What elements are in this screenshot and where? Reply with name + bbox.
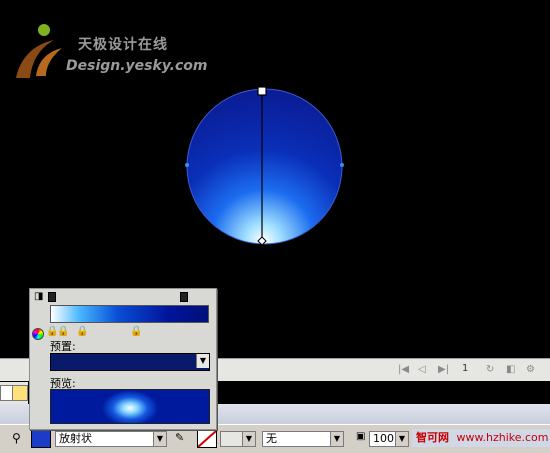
lock-icon[interactable]: 🔒 [57, 326, 69, 337]
gradient-circle[interactable] [185, 87, 344, 246]
stroke-style-value: 无 [266, 432, 277, 445]
stroke-style-select[interactable]: 无 ▼ [262, 431, 344, 447]
step-back-icon[interactable]: ◁ [418, 364, 426, 375]
footer-brand: 智可网 [416, 431, 449, 444]
settings-icon[interactable]: ⚙ [526, 364, 535, 375]
onion-skin-icon[interactable]: ◧ [506, 364, 515, 375]
gradient-ramp[interactable] [50, 305, 209, 323]
gradient-stop-left-icon[interactable] [48, 292, 56, 302]
width-handle-icon[interactable] [340, 163, 344, 167]
preset-select[interactable]: ▼ [50, 353, 210, 371]
paint-bucket-icon[interactable]: ⚲ [12, 431, 21, 445]
loop-icon[interactable]: ↻ [486, 364, 494, 375]
rewind-icon[interactable]: |◀ [398, 364, 409, 375]
stroke-color-swatch[interactable] [197, 430, 217, 448]
lock-icon[interactable]: 🔒 [76, 326, 88, 337]
frame-number: 1 [462, 363, 469, 374]
fill-color-swatch[interactable] [31, 430, 51, 448]
color-mixer-panel: ◨ 🔒 🔒 🔒 🔒 预置: ▼ 预览: [29, 288, 217, 430]
lock-icon[interactable]: 🔒 [130, 326, 142, 337]
panel-menu-icon[interactable]: ◨ [34, 291, 43, 302]
step-forward-icon[interactable]: ▶| [438, 364, 449, 375]
logo-swoosh-icon [16, 24, 62, 78]
tool-strip [0, 382, 28, 404]
chevron-down-icon[interactable]: ▼ [196, 354, 209, 368]
fill-type-select[interactable]: 放射状 ▼ [55, 431, 167, 447]
pencil-icon[interactable]: ✎ [175, 431, 184, 444]
stroke-width-field[interactable]: ▼ [220, 431, 256, 447]
rotation-handle-icon[interactable] [257, 87, 267, 96]
preset-label: 预置: [50, 340, 76, 353]
watermark-title: 天极设计在线 [78, 37, 168, 53]
footer-url: www.hzhike.com [456, 431, 549, 444]
gradient-preview [50, 389, 210, 424]
zoom-icon[interactable]: ▣ [356, 431, 365, 442]
chevron-down-icon[interactable]: ▼ [242, 432, 255, 446]
fill-type-value: 放射状 [59, 432, 92, 445]
folder-tool-icon[interactable] [12, 385, 28, 401]
chevron-down-icon[interactable]: ▼ [153, 432, 166, 446]
gradient-stop-right-icon[interactable] [180, 292, 188, 302]
footer-site-badge: 智可网 www.hzhike.com [412, 429, 550, 447]
width-handle-icon[interactable] [185, 163, 189, 167]
chevron-down-icon[interactable]: ▼ [330, 432, 343, 446]
zoom-value: 100 [373, 432, 394, 445]
watermark-site: Design.yesky.com [66, 58, 208, 74]
color-wheel-icon[interactable] [32, 328, 44, 340]
chevron-down-icon[interactable]: ▼ [395, 432, 408, 446]
zoom-field[interactable]: 100 ▼ [369, 431, 409, 447]
